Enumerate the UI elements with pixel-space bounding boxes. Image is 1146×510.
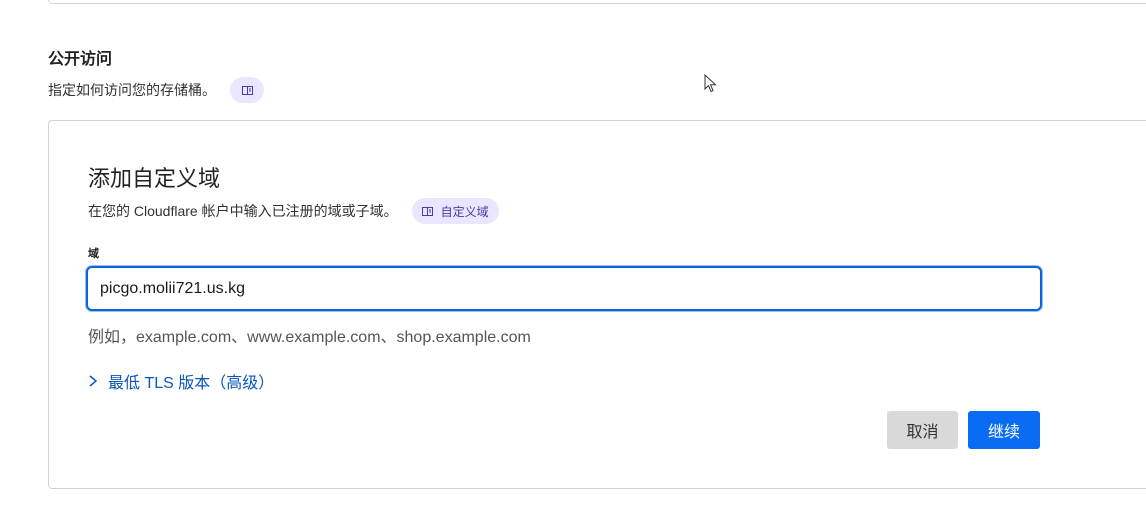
book-icon: [241, 85, 253, 95]
min-tls-version-toggle[interactable]: 最低 TLS 版本（高级）: [88, 369, 274, 393]
chevron-right-icon: [89, 375, 98, 387]
book-icon: [421, 206, 433, 216]
cancel-button[interactable]: 取消: [887, 411, 958, 449]
mouse-cursor-icon: [704, 74, 717, 93]
panel-description-row: 在您的 Cloudflare 帐户中输入已注册的域或子域。 自定义域: [88, 198, 499, 224]
panel-title: 添加自定义域: [88, 166, 221, 191]
docs-link-label: 自定义域: [440, 204, 489, 219]
continue-button[interactable]: 继续: [968, 411, 1040, 449]
custom-domain-docs-link[interactable]: 自定义域: [411, 198, 499, 224]
domain-example-hint: 例如，example.com、www.example.com、shop.exam…: [88, 329, 531, 346]
previous-card-border: [48, 0, 1146, 4]
public-access-title: 公开访问: [48, 51, 113, 68]
public-access-description: 指定如何访问您的存储桶。: [48, 82, 216, 98]
domain-input[interactable]: [86, 266, 1042, 311]
public-access-docs-link[interactable]: [230, 77, 264, 103]
domain-field-label: 域: [88, 248, 99, 260]
public-access-description-row: 指定如何访问您的存储桶。: [48, 77, 264, 103]
panel-description: 在您的 Cloudflare 帐户中输入已注册的域或子域。: [88, 203, 398, 219]
min-tls-version-label: 最低 TLS 版本（高级）: [108, 375, 275, 392]
add-custom-domain-panel: 添加自定义域 在您的 Cloudflare 帐户中输入已注册的域或子域。 自定义…: [48, 120, 1146, 489]
